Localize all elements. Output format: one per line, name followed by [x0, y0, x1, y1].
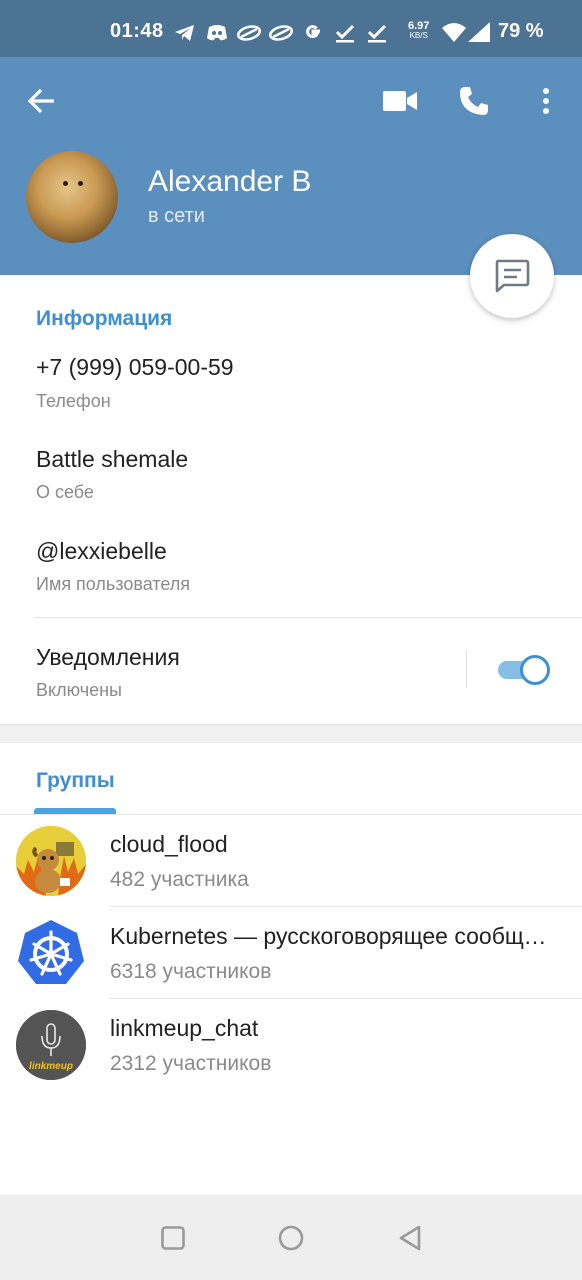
arrow-left-icon [28, 88, 54, 114]
square-icon [161, 1226, 185, 1250]
battery-level: 79 % [498, 20, 544, 42]
group-members: 482 участника [110, 868, 249, 891]
group-item-linkmeup[interactable]: linkmeup linkmeup_chat 2312 участников [0, 999, 582, 1091]
linkmeup-logo-icon: linkmeup [16, 1010, 86, 1080]
avatar[interactable] [26, 151, 118, 243]
bio-label: О себе [36, 482, 94, 502]
phone-icon [460, 87, 488, 115]
svg-text:linkmeup: linkmeup [29, 1061, 73, 1072]
notifications-row[interactable]: Уведомления [36, 644, 180, 671]
tab-groups[interactable]: Группы [36, 769, 115, 793]
group-item-kubernetes[interactable]: Kubernetes — русскоговорящее сообщество … [0, 907, 582, 999]
cloud-icon [236, 22, 262, 44]
video-call-button[interactable] [378, 79, 422, 123]
home-button[interactable] [274, 1221, 308, 1255]
video-camera-icon [383, 91, 417, 111]
wifi-icon [442, 22, 466, 47]
notifications-state: Включены [36, 680, 122, 700]
divider [34, 617, 582, 618]
group-members: 6318 участников [110, 960, 272, 983]
group-name: linkmeup_chat [110, 1015, 259, 1041]
section-separator [0, 724, 582, 743]
notification-icons [172, 18, 390, 48]
phone-label: Телефон [36, 391, 111, 411]
check-icon [364, 22, 390, 44]
message-button[interactable] [470, 234, 554, 318]
phone-number[interactable]: +7 (999) 059-00-59 [36, 354, 234, 381]
notifications-toggle[interactable] [496, 655, 550, 685]
group-item-cloud-flood[interactable]: cloud_flood 482 участника [0, 815, 582, 907]
group-name: cloud_flood [110, 831, 228, 857]
back-button[interactable] [20, 79, 64, 123]
network-speed: 6.97 KB/S [408, 20, 430, 41]
recents-button[interactable] [156, 1221, 190, 1255]
circle-icon [278, 1225, 304, 1251]
discord-icon [204, 22, 230, 44]
status-bar: 01:48 6.97 KB/S 79 % [0, 0, 582, 57]
dog-fire-icon [16, 826, 86, 896]
contact-status: в сети [148, 205, 205, 227]
more-vertical-icon [543, 88, 549, 114]
telegram-icon [172, 22, 198, 44]
bio-text[interactable]: Battle shemale [36, 446, 188, 473]
status-time: 01:48 [110, 20, 164, 42]
triangle-back-icon [399, 1225, 421, 1251]
check-icon [332, 22, 358, 44]
more-options-button[interactable] [524, 79, 568, 123]
username[interactable]: @lexxiebelle [36, 538, 167, 565]
navigation-bar [0, 1195, 582, 1280]
nav-back-button[interactable] [393, 1221, 427, 1255]
divider [466, 650, 467, 688]
group-name: Kubernetes — русскоговорящее сообщество [110, 923, 550, 949]
username-label: Имя пользователя [36, 574, 191, 594]
group-members: 2312 участников [110, 1052, 272, 1075]
cloud-icon [268, 22, 294, 44]
kubernetes-wheel-icon [16, 918, 86, 988]
signal-icon [468, 22, 490, 47]
google-icon [300, 22, 326, 44]
info-section-title: Информация [36, 307, 173, 330]
message-icon [495, 259, 530, 293]
call-button[interactable] [452, 79, 496, 123]
contact-name: Alexander B [148, 165, 312, 198]
